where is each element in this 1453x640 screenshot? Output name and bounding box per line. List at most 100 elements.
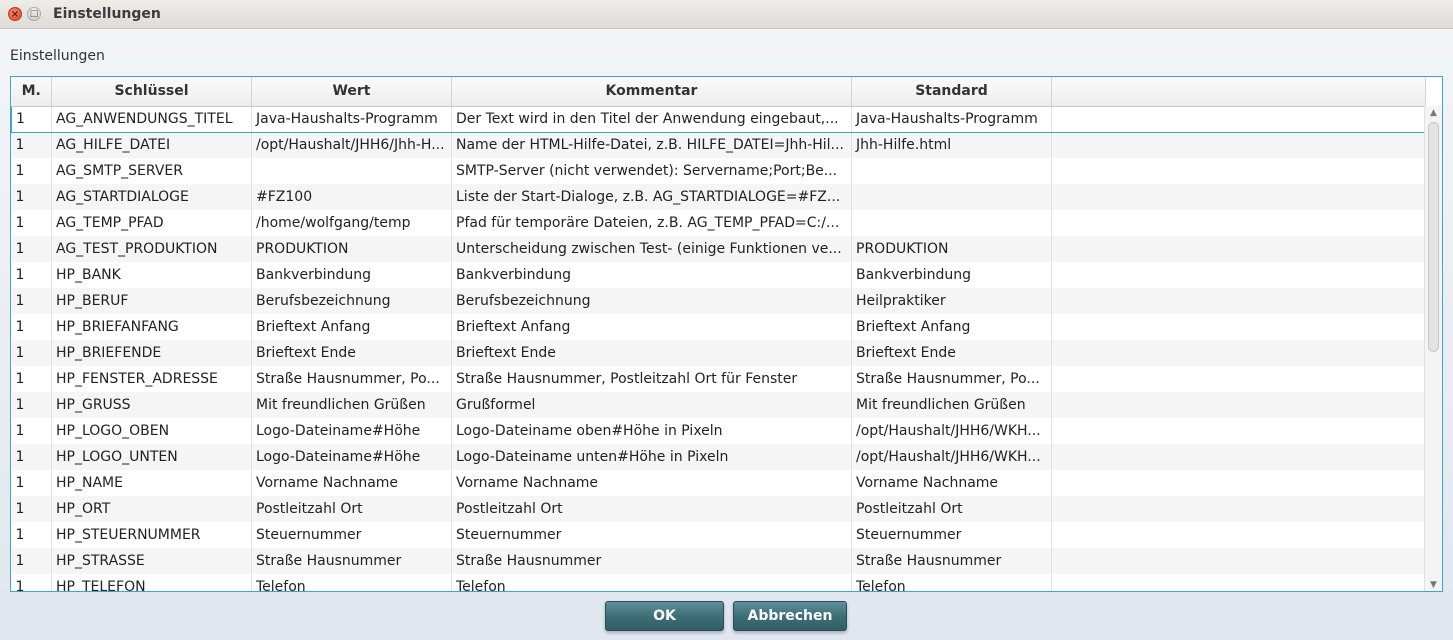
table-cell-schluessel[interactable]: HP_TELEFON	[51, 574, 252, 591]
table-row[interactable]: 1 HP_STEUERNUMMER Steuernummer Steuernummer…	[11, 522, 1426, 548]
table-row[interactable]: 1 AG_STARTDIALOGE #FZ100 Liste der Start-Di…	[11, 184, 1426, 210]
table-cell-wert[interactable]: Steuernummer	[251, 522, 452, 548]
table-cell-wert[interactable]: Telefon	[251, 574, 452, 591]
table-row[interactable]: 1 HP_BERUF Berufsbezeichnung Berufsbezeichn…	[11, 288, 1426, 314]
table-cell-standard[interactable]	[851, 184, 1052, 210]
table-row[interactable]: 1 HP_BANK Bankverbindung Bankverbindung Bank…	[11, 262, 1426, 288]
table-cell-schluessel[interactable]: AG_STARTDIALOGE	[51, 184, 252, 210]
table-cell-schluessel[interactable]: HP_BANK	[51, 262, 252, 288]
table-row[interactable]: 1 HP_NAME Vorname Nachname Vorname Nachname…	[11, 470, 1426, 496]
table-cell-m[interactable]: 1	[11, 444, 52, 470]
cancel-button[interactable]: Abbrechen	[733, 601, 847, 631]
table-row[interactable]: 1 HP_FENSTER_ADRESSE Straße Hausnummer, Po…	[11, 366, 1426, 392]
table-cell-kommentar[interactable]: Straße Hausnummer	[451, 548, 852, 574]
table-cell-m[interactable]: 1	[11, 132, 52, 158]
table-cell-wert[interactable]: /home/wolfgang/temp	[251, 210, 452, 236]
table-cell-standard[interactable]: /opt/Haushalt/JHH6/WKH...	[851, 444, 1052, 470]
table-cell-m[interactable]: 1	[11, 340, 52, 366]
table-cell-filler[interactable]	[1051, 158, 1426, 184]
table-cell-kommentar[interactable]: Grußformel	[451, 392, 852, 418]
table-cell-wert[interactable]: Berufsbezeichnung	[251, 288, 452, 314]
table-cell-m[interactable]: 1	[11, 548, 52, 574]
table-cell-m[interactable]: 1	[11, 210, 52, 236]
table-cell-standard[interactable]: Jhh-Hilfe.html	[851, 132, 1052, 158]
table-cell-kommentar[interactable]: Logo-Dateiname unten#Höhe in Pixeln	[451, 444, 852, 470]
table-cell-filler[interactable]	[1051, 366, 1426, 392]
table-cell-m[interactable]: 1	[11, 392, 52, 418]
table-cell-filler[interactable]	[1051, 418, 1426, 444]
table-cell-filler[interactable]	[1051, 314, 1426, 340]
table-cell-m[interactable]: 1	[11, 418, 52, 444]
table-row[interactable]: 1 HP_BRIEFANFANG Brieftext Anfang Brieftext…	[11, 314, 1426, 340]
table-cell-m[interactable]: 1	[11, 288, 52, 314]
table-cell-kommentar[interactable]: Pfad für temporäre Dateien, z.B. AG_TEMP…	[451, 210, 852, 236]
table-cell-wert[interactable]: Straße Hausnummer, Po...	[251, 366, 452, 392]
maximize-icon[interactable]: □	[27, 7, 41, 21]
table-cell-schluessel[interactable]: HP_STRASSE	[51, 548, 252, 574]
table-cell-standard[interactable]: Java-Haushalts-Programm	[851, 105, 1052, 133]
table-cell-schluessel[interactable]: AG_TEST_PRODUKTION	[51, 236, 252, 262]
close-icon[interactable]: ×	[8, 7, 22, 21]
table-cell-filler[interactable]	[1051, 288, 1426, 314]
table-cell-filler[interactable]	[1051, 522, 1426, 548]
table-cell-wert[interactable]: #FZ100	[251, 184, 452, 210]
table-cell-standard[interactable]: Brieftext Anfang	[851, 314, 1052, 340]
table-cell-schluessel[interactable]: HP_GRUSS	[51, 392, 252, 418]
table-cell-wert[interactable]: Straße Hausnummer	[251, 548, 452, 574]
table-cell-schluessel[interactable]: HP_NAME	[51, 470, 252, 496]
table-cell-schluessel[interactable]: HP_LOGO_OBEN	[51, 418, 252, 444]
column-header-kommentar[interactable]: Kommentar	[451, 77, 852, 107]
vertical-scrollbar[interactable]: ▲ ▼	[1424, 106, 1442, 591]
table-cell-m[interactable]: 1	[11, 184, 52, 210]
table-cell-kommentar[interactable]: Brieftext Anfang	[451, 314, 852, 340]
settings-table[interactable]: M. Schlüssel Wert Kommentar Standard 1 AG_ANW…	[10, 76, 1443, 592]
table-cell-standard[interactable]: Steuernummer	[851, 522, 1052, 548]
table-cell-m[interactable]: 1	[11, 470, 52, 496]
table-cell-standard[interactable]: Postleitzahl Ort	[851, 496, 1052, 522]
table-cell-filler[interactable]	[1051, 574, 1426, 591]
table-cell-wert[interactable]: Brieftext Anfang	[251, 314, 452, 340]
table-cell-kommentar[interactable]: Steuernummer	[451, 522, 852, 548]
table-cell-filler[interactable]	[1051, 184, 1426, 210]
table-cell-wert[interactable]: Java-Haushalts-Programm	[251, 105, 452, 133]
table-cell-wert[interactable]: Mit freundlichen Grüßen	[251, 392, 452, 418]
table-row[interactable]: 1 HP_TELEFON Telefon Telefon Telefon	[11, 574, 1426, 591]
table-row[interactable]: 1 HP_GRUSS Mit freundlichen Grüßen Grußform…	[11, 392, 1426, 418]
table-cell-wert[interactable]: Bankverbindung	[251, 262, 452, 288]
table-cell-kommentar[interactable]: Straße Hausnummer, Postleitzahl Ort für …	[451, 366, 852, 392]
column-header-filler[interactable]	[1051, 77, 1426, 107]
table-cell-m[interactable]: 1	[11, 522, 52, 548]
table-cell-m[interactable]: 1	[11, 236, 52, 262]
table-cell-kommentar[interactable]: Brieftext Ende	[451, 340, 852, 366]
table-cell-standard[interactable]: Straße Hausnummer	[851, 548, 1052, 574]
scroll-down-icon[interactable]: ▼	[1425, 578, 1442, 591]
table-cell-filler[interactable]	[1051, 262, 1426, 288]
table-cell-kommentar[interactable]: Vorname Nachname	[451, 470, 852, 496]
table-cell-kommentar[interactable]: Telefon	[451, 574, 852, 591]
table-cell-wert[interactable]: Logo-Dateiname#Höhe	[251, 418, 452, 444]
table-cell-filler[interactable]	[1051, 210, 1426, 236]
table-cell-filler[interactable]	[1051, 496, 1426, 522]
table-cell-filler[interactable]	[1051, 236, 1426, 262]
table-row[interactable]: 1 HP_ORT Postleitzahl Ort Postleitzahl Ort P…	[11, 496, 1426, 522]
table-cell-kommentar[interactable]: Name der HTML-Hilfe-Datei, z.B. HILFE_DA…	[451, 132, 852, 158]
column-header-standard[interactable]: Standard	[851, 77, 1052, 107]
table-cell-schluessel[interactable]: HP_STEUERNUMMER	[51, 522, 252, 548]
table-row[interactable]: 1 AG_HILFE_DATEI/opt/Haushalt/JHH6/Jhh-H.…	[11, 132, 1426, 158]
table-cell-schluessel[interactable]: HP_BRIEFANFANG	[51, 314, 252, 340]
table-cell-kommentar[interactable]: Liste der Start-Dialoge, z.B. AG_STARTDI…	[451, 184, 852, 210]
table-cell-standard[interactable]: PRODUKTION	[851, 236, 1052, 262]
table-cell-m[interactable]: 1	[11, 158, 52, 184]
table-cell-standard[interactable]: Brieftext Ende	[851, 340, 1052, 366]
table-row[interactable]: 1 HP_LOGO_OBEN Logo-Dateiname#Höhe Logo-Dat…	[11, 418, 1426, 444]
table-cell-standard[interactable]: /opt/Haushalt/JHH6/WKH...	[851, 418, 1052, 444]
table-row[interactable]: 1 AG_SMTP_SERVER SMTP-Server (nicht verwen…	[11, 158, 1426, 184]
table-cell-standard[interactable]	[851, 158, 1052, 184]
table-cell-m[interactable]: 1	[11, 496, 52, 522]
scroll-up-icon[interactable]: ▲	[1425, 106, 1442, 120]
table-cell-kommentar[interactable]: SMTP-Server (nicht verwendet): Servernam…	[451, 158, 852, 184]
table-cell-filler[interactable]	[1051, 132, 1426, 158]
table-cell-wert[interactable]: Vorname Nachname	[251, 470, 452, 496]
table-cell-kommentar[interactable]: Bankverbindung	[451, 262, 852, 288]
table-cell-schluessel[interactable]: AG_HILFE_DATEI	[51, 132, 252, 158]
